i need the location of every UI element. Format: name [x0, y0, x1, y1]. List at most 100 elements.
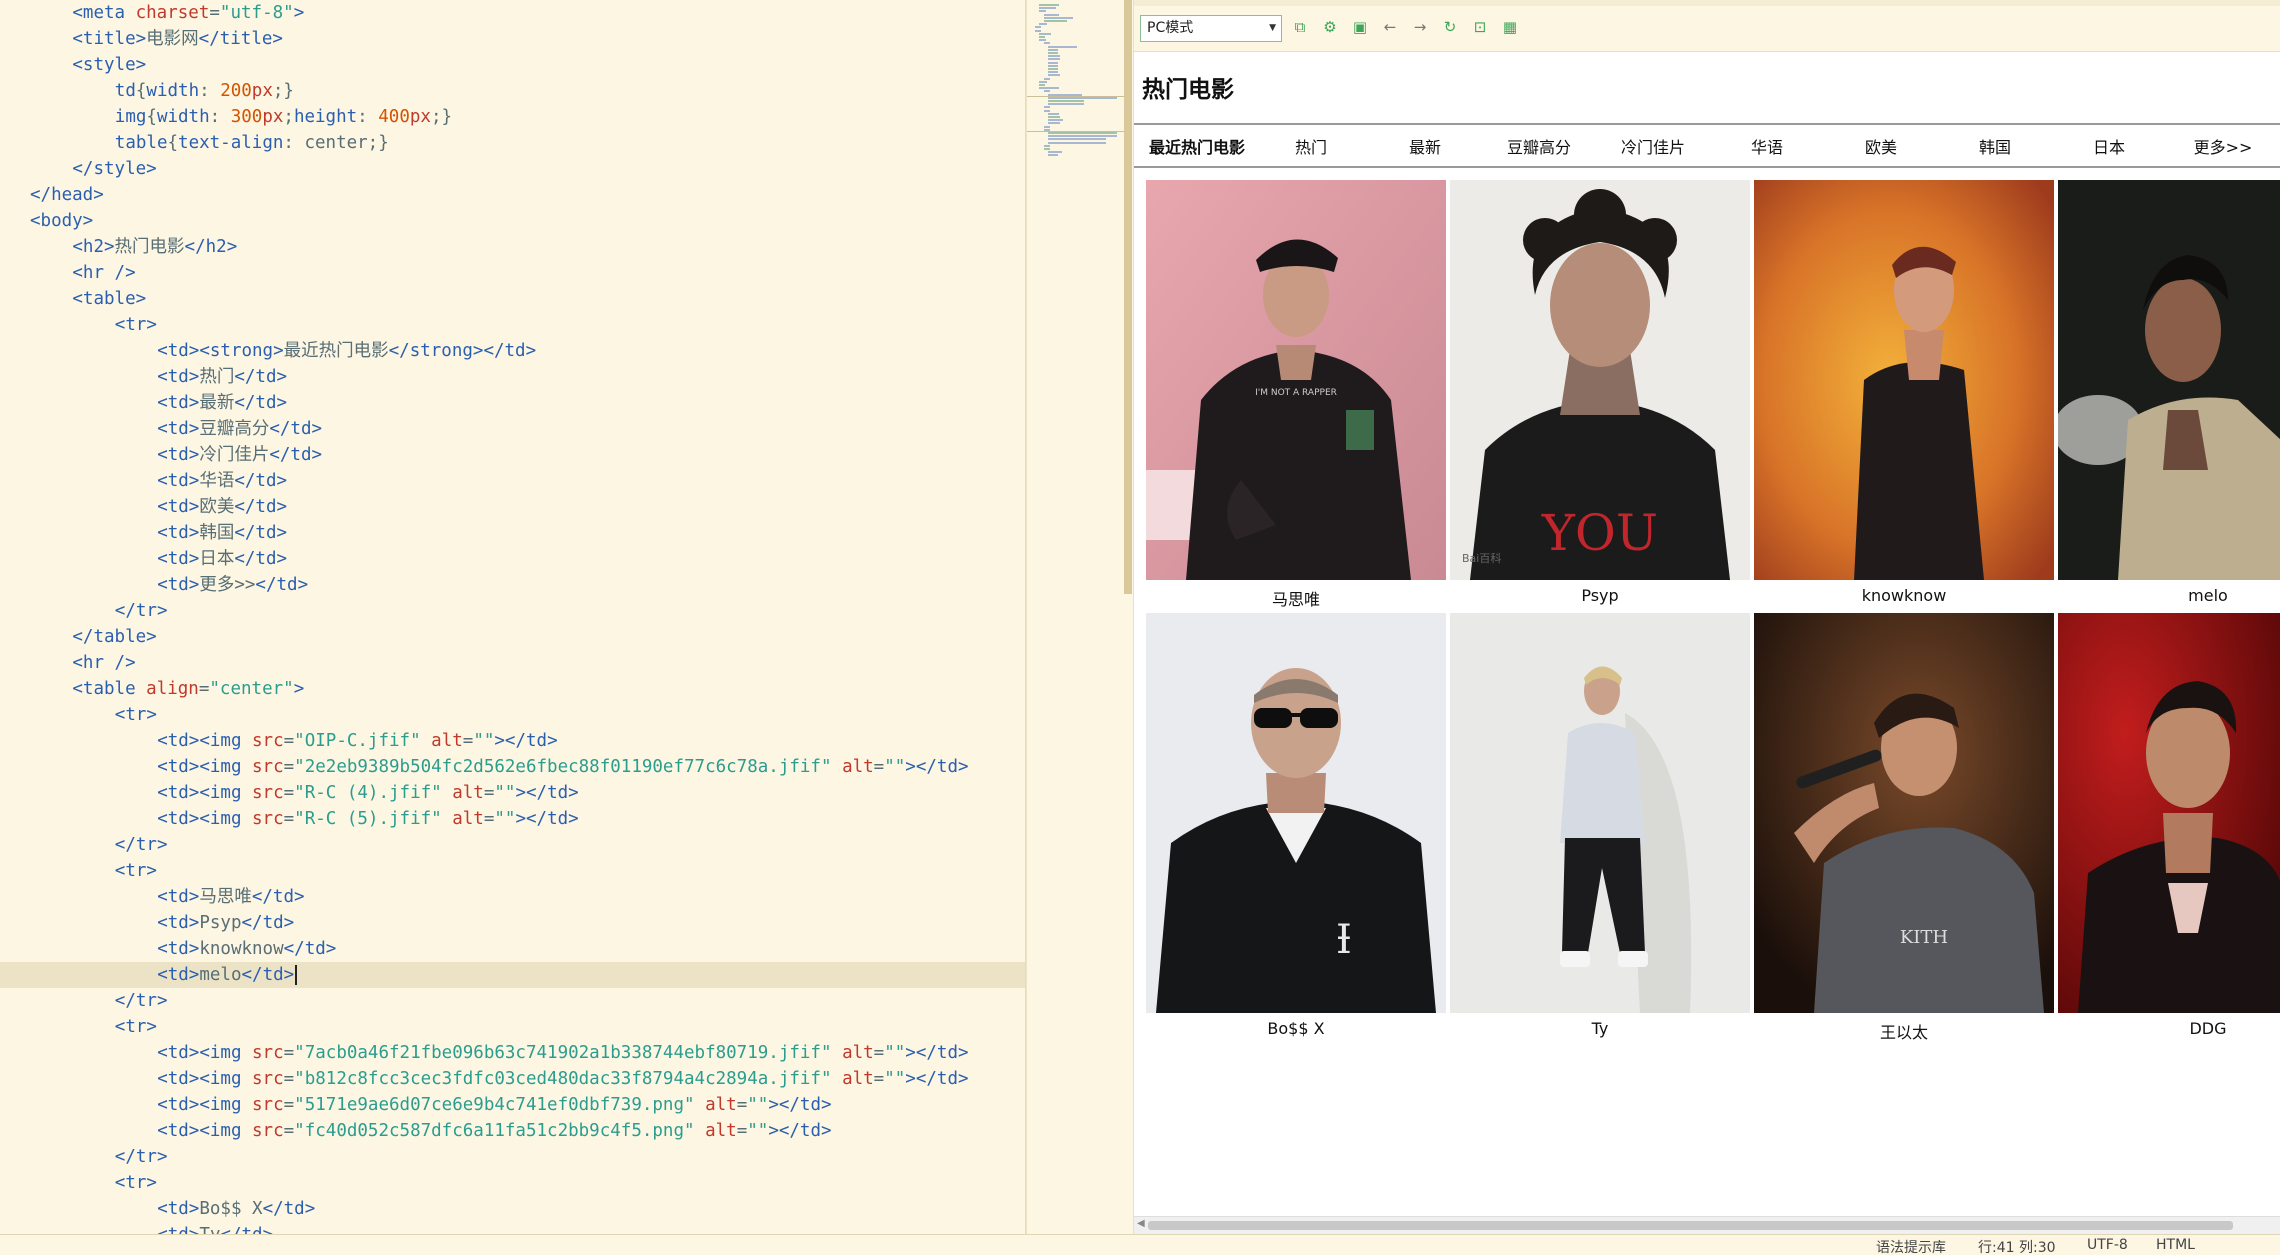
code-line[interactable]: <tr> — [0, 702, 1025, 728]
code-line[interactable]: <td>欧美</td> — [0, 494, 1025, 520]
code-line[interactable]: <td><img src="5171e9ae6d07ce6e9b4c741ef0… — [0, 1092, 1025, 1118]
code-line[interactable]: <tr> — [0, 1014, 1025, 1040]
code-line[interactable]: <title>电影网</title> — [0, 26, 1025, 52]
code-line[interactable]: </tr> — [0, 988, 1025, 1014]
mode-select[interactable]: PC模式 ▼ — [1140, 15, 1282, 42]
code-line[interactable]: <td>豆瓣高分</td> — [0, 416, 1025, 442]
minimap-line — [1048, 52, 1059, 54]
code-line[interactable]: </tr> — [0, 1144, 1025, 1170]
minimap-line — [1048, 116, 1060, 118]
minimap-line — [1043, 106, 1050, 109]
code-line[interactable]: <td><img src="fc40d052c587dfc6a11fa51c2b… — [0, 1118, 1025, 1144]
caption-melo: melo — [2188, 586, 2228, 605]
toolbar-strip — [1134, 0, 2280, 6]
code-line[interactable]: <tr> — [0, 1170, 1025, 1196]
code-line[interactable]: <hr /> — [0, 260, 1025, 286]
syntax-hint-library[interactable]: 语法提示库 — [1876, 1237, 1946, 1255]
editor-scrollbar-thumb[interactable] — [1124, 0, 1132, 594]
code-line[interactable]: </tr> — [0, 598, 1025, 624]
code-line[interactable]: <td>最新</td> — [0, 390, 1025, 416]
caption-ddg: DDG — [2189, 1019, 2227, 1038]
forward-icon[interactable]: → — [1409, 16, 1431, 38]
code-line[interactable]: <td>马思唯</td> — [0, 884, 1025, 910]
code-line[interactable]: <td><img src="b812c8fcc3cec3fdfc03ced480… — [0, 1066, 1025, 1092]
code-line[interactable]: img{width: 300px;height: 400px;} — [0, 104, 1025, 130]
horizontal-scroll-thumb[interactable] — [1148, 1221, 2233, 1230]
code-line[interactable]: <td>冷门佳片</td> — [0, 442, 1025, 468]
code-editor[interactable]: <meta charset="utf-8"> <title>电影网</title>… — [0, 0, 1025, 1234]
code-line[interactable]: <style> — [0, 52, 1025, 78]
preview-horizontal-scrollbar[interactable]: ◀ — [1134, 1216, 2280, 1234]
minimap-line — [1048, 64, 1059, 67]
minimap-line — [1043, 148, 1050, 150]
caption-boss-x: Bo$$ X — [1267, 1019, 1325, 1038]
settings-icon[interactable]: ⚙ — [1319, 16, 1341, 38]
nav-item-japan: 日本 — [2092, 138, 2125, 157]
minimap-line — [1048, 141, 1106, 144]
code-line[interactable]: <body> — [0, 208, 1025, 234]
code-line[interactable]: <td><strong>最近热门电影</strong></td> — [0, 338, 1025, 364]
console-icon[interactable]: ▣ — [1349, 16, 1371, 38]
minimap[interactable] — [1026, 0, 1127, 1234]
code-line[interactable]: <meta charset="utf-8"> — [0, 0, 1025, 26]
code-line[interactable]: <td><img src="R-C (4).jfif" alt=""></td> — [0, 780, 1025, 806]
code-line[interactable]: <td>Psyp</td> — [0, 910, 1025, 936]
code-line[interactable]: <td><img src="R-C (5).jfif" alt=""></td> — [0, 806, 1025, 832]
code-line[interactable]: <table> — [0, 286, 1025, 312]
minimap-line — [1048, 112, 1059, 115]
chevron-down-icon: ▼ — [1269, 23, 1276, 33]
qr-code-icon[interactable]: ▦ — [1499, 16, 1521, 38]
encoding-indicator[interactable]: UTF-8 — [2087, 1237, 2128, 1253]
minimap-line — [1048, 132, 1118, 134]
code-line[interactable]: <td>Ty</td> — [0, 1222, 1025, 1234]
code-line[interactable]: <td><img src="7acb0a46f21fbe096b63c74190… — [0, 1040, 1025, 1066]
code-line[interactable]: <table align="center"> — [0, 676, 1025, 702]
code-line[interactable]: <td>韩国</td> — [0, 520, 1025, 546]
open-in-browser-icon[interactable]: ⧉ — [1289, 16, 1311, 38]
code-line[interactable]: <td>knowknow</td> — [0, 936, 1025, 962]
lock-icon[interactable]: ⊡ — [1469, 16, 1491, 38]
code-line[interactable]: <tr> — [0, 858, 1025, 884]
nav-item-chinese: 华语 — [1750, 138, 1783, 157]
back-icon[interactable]: ← — [1379, 16, 1401, 38]
language-indicator[interactable]: HTML — [2156, 1237, 2195, 1253]
caption-psyp: Psyp — [1581, 586, 1619, 605]
shirt-text: YOU — [1541, 504, 1658, 562]
minimap-line — [1048, 138, 1106, 141]
code-line[interactable]: td{width: 200px;} — [0, 78, 1025, 104]
code-line[interactable]: <tr> — [0, 312, 1025, 338]
photo-ty — [1450, 613, 1750, 1013]
code-line[interactable]: </table> — [0, 624, 1025, 650]
code-line[interactable]: </tr> — [0, 832, 1025, 858]
minimap-line — [1048, 71, 1059, 74]
minimap-line — [1039, 23, 1047, 26]
nav-item-korea: 韩国 — [1978, 138, 2011, 157]
code-line[interactable]: <hr /> — [0, 650, 1025, 676]
minimap-line — [1048, 151, 1062, 154]
code-line[interactable]: <h2>热门电影</h2> — [0, 234, 1025, 260]
scroll-left-icon[interactable]: ◀ — [1137, 1218, 1145, 1229]
baidu-watermark: Bai百科 — [1462, 551, 1501, 565]
code-line[interactable]: <td><img src="2e2eb9389b504fc2d562e6fbec… — [0, 754, 1025, 780]
refresh-icon[interactable]: ↻ — [1439, 16, 1461, 38]
code-line[interactable]: <td>日本</td> — [0, 546, 1025, 572]
code-line[interactable]: </head> — [0, 182, 1025, 208]
code-lines[interactable]: <meta charset="utf-8"> <title>电影网</title>… — [0, 0, 1025, 1234]
code-line[interactable]: <td>Bo$$ X</td> — [0, 1196, 1025, 1222]
code-line[interactable]: <td>melo</td> — [0, 962, 1025, 988]
status-bar: 语法提示库 行:41 列:30 UTF-8 HTML — [0, 1234, 2280, 1255]
code-line[interactable]: table{text-align: center;} — [0, 130, 1025, 156]
minimap-line — [1039, 87, 1060, 90]
minimap-line — [1048, 154, 1059, 157]
minimap-line — [1043, 109, 1050, 112]
minimap-line — [1039, 7, 1056, 10]
minimap-line — [1043, 16, 1073, 19]
minimap-line — [1043, 90, 1050, 93]
code-line[interactable]: <td>热门</td> — [0, 364, 1025, 390]
minimap-line — [1048, 74, 1060, 77]
code-line[interactable]: <td><img src="OIP-C.jfif" alt=""></td> — [0, 728, 1025, 754]
code-line[interactable]: <td>华语</td> — [0, 468, 1025, 494]
code-line[interactable]: <td>更多>></td> — [0, 572, 1025, 598]
browser-preview: PC模式 ▼ ⧉ ⚙ ▣ ← → ↻ ⊡ ▦ 热门电影 最近热门电影 热门 最新… — [1133, 0, 2280, 1234]
code-line[interactable]: </style> — [0, 156, 1025, 182]
